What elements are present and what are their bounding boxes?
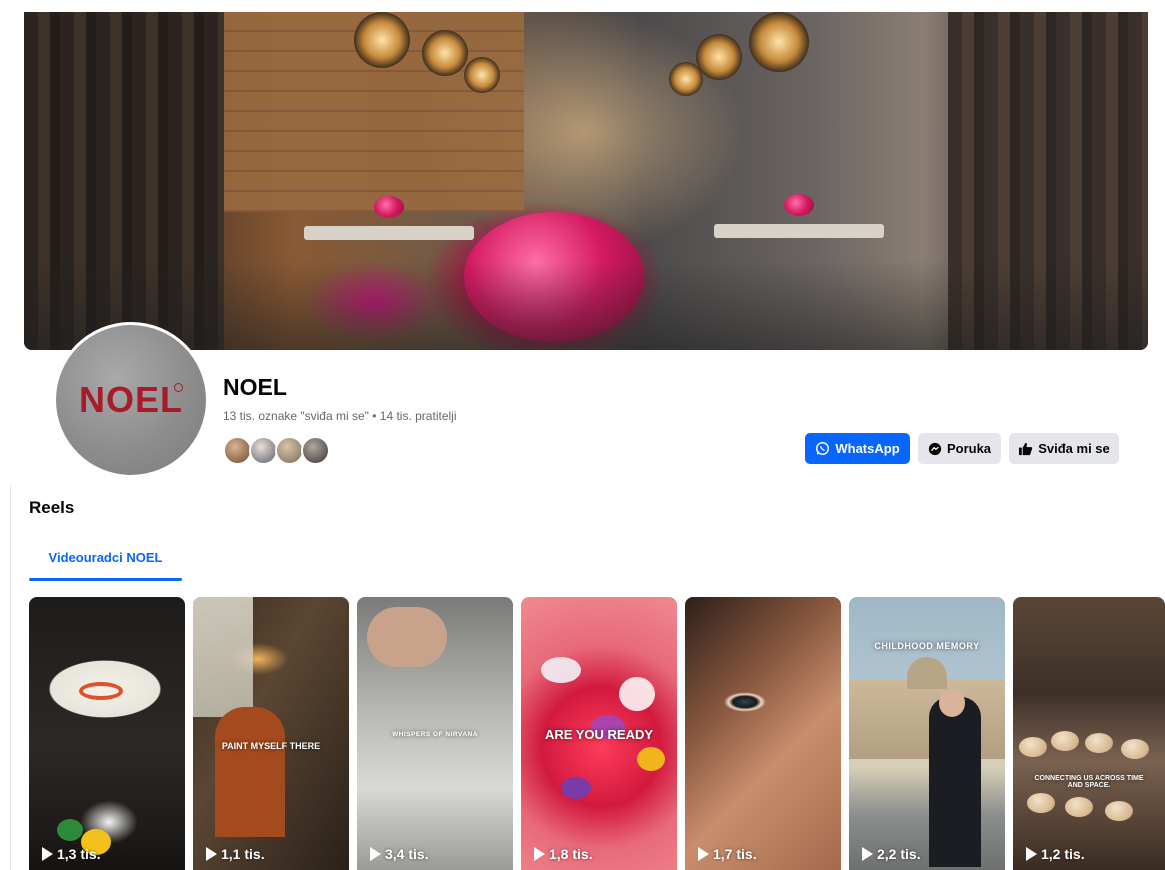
reel-thumbnail-detail [367,607,447,667]
reel-views: 1,7 tis. [713,846,757,862]
reel-thumbnail-detail [541,657,581,683]
reel-thumbnail-detail [1051,731,1079,751]
reel-item[interactable]: 1,3 tis. [29,597,185,870]
reel-views: 1,8 tis. [549,846,593,862]
reel-thumbnail-detail [939,689,965,717]
whatsapp-button[interactable]: WhatsApp [805,433,910,464]
reel-views: 1,3 tis. [57,846,101,862]
reel-item[interactable]: 1,7 tis. [685,597,841,870]
play-icon [1026,847,1037,861]
reel-view-count: 2,2 tis. [862,846,921,862]
friends-avatars[interactable] [223,436,333,465]
reel-item[interactable]: CONNECTING US ACROSS TIME AND SPACE. 1,2… [1013,597,1165,870]
play-icon [370,847,381,861]
message-label: Poruka [946,441,992,456]
tab-videouradci[interactable]: Videouradci NOEL [29,532,182,582]
cover-lamp [696,34,742,80]
reel-view-count: 1,8 tis. [534,846,593,862]
like-button[interactable]: Sviđa mi se [1009,433,1119,464]
page-title: NOEL [223,374,287,400]
reel-thumbnail-detail [215,707,285,837]
play-icon [862,847,873,861]
reel-view-count: 1,1 tis. [206,846,265,862]
reel-views: 1,2 tis. [1041,846,1085,862]
reel-item[interactable]: PAINT MYSELF THERE 1,1 tis. [193,597,349,870]
friend-avatar[interactable] [249,436,278,465]
cover-floor [24,260,1148,350]
reel-thumbnail-detail [57,819,83,841]
cover-lamp [749,12,809,72]
reel-view-count: 3,4 tis. [370,846,429,862]
section-divider [10,485,11,870]
reel-thumbnail-detail [561,777,591,799]
reel-views: 3,4 tis. [385,846,429,862]
reel-views: 1,1 tis. [221,846,265,862]
cover-lamp [464,57,500,93]
cover-flower [784,194,814,216]
cover-lamp [422,30,468,76]
cover-lamp [354,12,410,68]
reel-thumbnail-detail [1085,733,1113,753]
reel-thumbnail-detail [1105,801,1133,821]
reel-thumbnail-detail [619,677,655,711]
friend-avatar[interactable] [275,436,304,465]
cover-lamp [669,62,703,96]
reel-thumbnail-detail [79,682,123,700]
friend-avatar[interactable] [223,436,252,465]
like-label: Sviđa mi se [1038,441,1110,456]
reels-heading: Reels [29,498,75,517]
reel-views: 2,2 tis. [877,846,921,862]
profile-picture[interactable]: NOEL [53,322,209,478]
reel-item[interactable]: WHISPERS OF NIRVANA 3,4 tis. [357,597,513,870]
active-tab-indicator [29,578,182,581]
page-stats[interactable]: 13 tis. oznake "sviđa mi se" • 14 tis. p… [223,409,456,423]
play-icon [698,847,709,861]
reel-thumbnail-detail [1121,739,1149,759]
messenger-icon [928,442,942,456]
reel-thumbnail-detail [193,597,253,717]
cover-photo[interactable] [24,12,1148,350]
friend-avatar[interactable] [301,436,330,465]
reel-thumbnail-detail [907,657,947,689]
reel-thumbnail-detail [1019,737,1047,757]
reel-item[interactable]: CHILDHOOD MEMORY 2,2 tis. [849,597,1005,870]
reel-thumbnail-detail [849,679,1005,759]
reel-overlay-text: ARE YOU READY [544,727,654,742]
avatar-logo-text: NOEL [78,379,183,420]
cover-flower [374,196,404,218]
reel-view-count: 1,3 tis. [42,846,101,862]
reel-item[interactable]: ARE YOU READY 1,8 tis. [521,597,677,870]
reel-view-count: 1,2 tis. [1026,846,1085,862]
reel-thumbnail-detail [1065,797,1093,817]
reel-thumbnail-detail [929,697,981,867]
reel-overlay-text: CHILDHOOD MEMORY [874,641,980,651]
reel-overlay-text: WHISPERS OF NIRVANA [392,731,478,738]
reel-overlay-text: PAINT MYSELF THERE [221,741,321,751]
play-icon [206,847,217,861]
thumbs-up-icon [1018,442,1033,456]
message-button[interactable]: Poruka [918,433,1001,464]
reel-thumbnail-detail [1027,793,1055,813]
registered-mark-icon [174,383,183,392]
play-icon [534,847,545,861]
whatsapp-label: WhatsApp [835,441,900,456]
whatsapp-icon [815,441,830,456]
cover-table [714,224,884,238]
reel-overlay-text: CONNECTING US ACROSS TIME AND SPACE. [1034,775,1144,789]
reel-thumbnail-detail [637,747,665,771]
avatar: NOEL [56,325,206,475]
play-icon [42,847,53,861]
reel-view-count: 1,7 tis. [698,846,757,862]
cover-table [304,226,474,240]
